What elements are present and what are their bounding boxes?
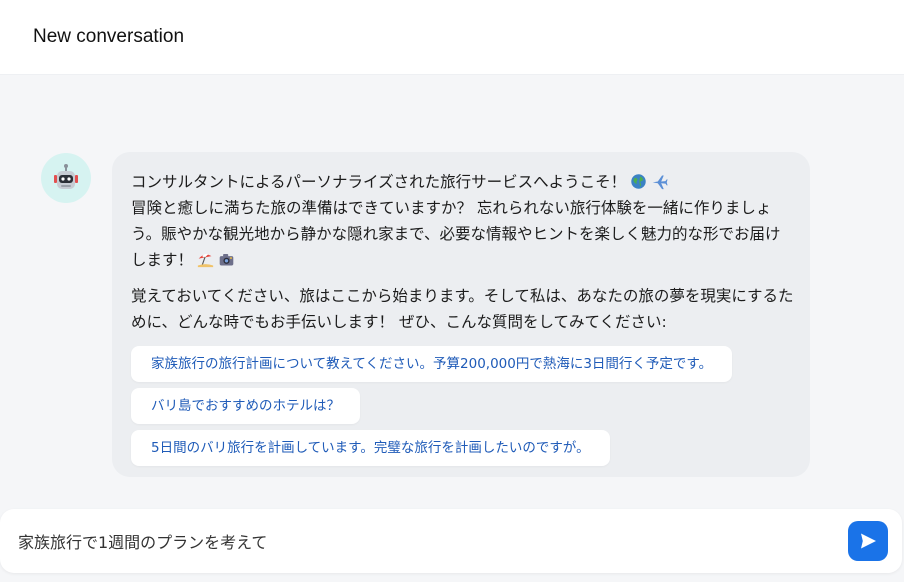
welcome-line: コンサルタントによるパーソナライズされた旅行サービスへようこそ！: [131, 173, 627, 191]
send-button[interactable]: [848, 521, 888, 561]
welcome-paragraph: コンサルタントによるパーソナライズされた旅行サービスへようこそ！ 冒険と癒しに満…: [131, 169, 794, 273]
message-composer: [0, 509, 902, 573]
suggestion-bali-hotels[interactable]: バリ島でおすすめのホテルは？: [131, 388, 360, 424]
encouragement-paragraph: 覚えておいてください、旅はここから始まります。そして私は、あなたの旅の夢を現実に…: [131, 287, 794, 331]
beach-umbrella-icon: [197, 253, 214, 268]
camera-icon: [219, 253, 234, 266]
conversation-title: New conversation: [33, 26, 185, 47]
suggestion-atami-family-trip[interactable]: 家族旅行の旅行計画について教えてください。予算200,000円で熱海に3日間行く…: [131, 346, 733, 382]
robot-icon: [54, 164, 78, 189]
message-input[interactable]: [18, 527, 818, 555]
header-bar: New conversation: [0, 0, 904, 75]
bot-avatar: [41, 153, 91, 203]
send-icon: [861, 533, 876, 549]
assistant-message-bubble: コンサルタントによるパーソナライズされた旅行サービスへようこそ！ 冒険と癒しに満…: [112, 152, 810, 477]
airplane-icon: [652, 175, 668, 190]
globe-icon: [631, 174, 646, 189]
suggestion-bali-5-day-plan[interactable]: 5日間のバリ旅行を計画しています。完璧な旅行を計画したいのですが。: [131, 430, 610, 466]
